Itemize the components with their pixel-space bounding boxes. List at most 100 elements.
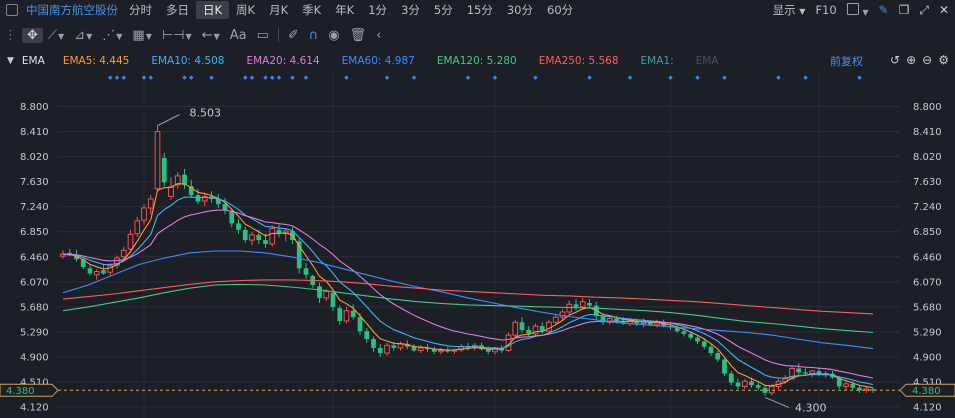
comment-tool-icon[interactable]: ▭ (252, 28, 274, 43)
period-quarterly-k[interactable]: 季K (295, 1, 328, 19)
period-monthly-k[interactable]: 月K (262, 1, 295, 19)
draw-pen-icon[interactable]: ✎ (879, 3, 889, 17)
candle-body (722, 359, 727, 374)
drag-handle-icon[interactable]: ⋮ (0, 28, 22, 43)
y-tick-right: 7.630 (913, 177, 942, 188)
candle-body (127, 233, 134, 250)
indicator-title[interactable]: EMA (22, 55, 45, 67)
measure-tool-icon[interactable]: ⊢⊣▼ (157, 28, 197, 43)
candle-body (749, 381, 754, 386)
ema120-value: EMA120: 5.280 (436, 55, 517, 67)
drawing-toolbar: ⋮ ✥ ⟋▼ ⊿▼ ⋰▼ ▦▼ ⊢⊣▼ ←▼ Aa ▭ ✐ ∩ ◉ 🗑 ‹ (0, 24, 955, 46)
period-daily-k[interactable]: 日K (196, 1, 230, 19)
add-indicator-icon[interactable]: ⊕ (906, 53, 916, 67)
period-fenshi[interactable]: 分时 (122, 1, 159, 19)
adjustment-mode-button[interactable]: 前复权 (830, 53, 863, 69)
settings-gear-icon[interactable]: ⚙ (938, 53, 949, 67)
candle-body (303, 268, 309, 275)
arrow-tool-icon[interactable]: ←▼ (197, 28, 225, 43)
period-yearly-k[interactable]: 年K (328, 1, 361, 19)
checkbox-dropdown[interactable]: ▼ (846, 2, 869, 18)
wave-tool-icon[interactable]: ⋰▼ (97, 28, 127, 43)
signal-marker (857, 75, 862, 80)
period-3min[interactable]: 3分 (394, 1, 427, 19)
period-weekly-k[interactable]: 周K (229, 1, 262, 19)
period-15min[interactable]: 15分 (460, 1, 500, 19)
channel-tool-icon[interactable]: ⊿▼ (69, 28, 97, 43)
ema-line-ema20 (62, 209, 874, 379)
f10-button[interactable]: F10 (815, 3, 836, 17)
signal-marker (668, 75, 673, 80)
line-tool-icon[interactable]: ⟋▼ (43, 28, 69, 43)
candle-body (256, 234, 262, 241)
candle-body (168, 186, 174, 197)
crosshair-move-icon[interactable]: ✥ (22, 27, 43, 43)
candle-body (715, 353, 721, 360)
candle-body (141, 207, 147, 221)
close-icon[interactable]: ✕ (939, 3, 949, 17)
signal-marker (269, 75, 275, 80)
signal-marker (533, 75, 538, 80)
fullscreen-icon[interactable]: ⤢ (919, 3, 929, 18)
signal-marker (263, 75, 268, 80)
y-tick-right: 5.680 (913, 302, 942, 313)
candle-body (701, 341, 707, 347)
period-30min[interactable]: 30分 (500, 1, 540, 19)
signal-marker (148, 75, 154, 80)
kline-chart[interactable]: 8.800 8.800 8.410 8.410 8.020 8.020 7.630 7.630… (0, 70, 955, 418)
candle-body (263, 240, 268, 244)
candle-body (242, 229, 248, 241)
candle-body (377, 347, 383, 354)
ema250-value: EMA250: 5.568 (538, 55, 619, 67)
eraser-icon[interactable]: ✐ (283, 28, 304, 43)
period-60min[interactable]: 60分 (540, 1, 580, 19)
ema1-value: EMA1: (640, 55, 674, 67)
ema-legend: ▼ EMA EMA5: 4.445 EMA10: 4.508 EMA20: 4.… (0, 53, 955, 69)
candle-body (573, 304, 579, 307)
collapse-caret-icon[interactable]: ▼ (7, 56, 14, 66)
signal-marker (492, 75, 498, 80)
signal-marker (242, 75, 248, 80)
candle-body (445, 350, 451, 352)
fibonacci-tool-icon[interactable]: ▦▼ (127, 28, 156, 43)
remove-indicator-icon[interactable]: ⊖ (922, 53, 932, 67)
reset-icon[interactable]: ↺ (890, 53, 900, 67)
signal-marker (182, 75, 187, 80)
y-tick-left: 6.850 (20, 227, 49, 238)
restore-window-icon[interactable]: ❐ (899, 3, 910, 17)
ema-line-ema10 (62, 196, 874, 386)
y-tick-left: 6.460 (20, 252, 49, 263)
signal-marker (587, 75, 592, 80)
y-tick-right: 7.240 (913, 202, 942, 213)
window-icon[interactable] (6, 4, 18, 16)
candle-body (161, 157, 167, 183)
stock-name[interactable]: 中国南方航空股份 (26, 2, 118, 18)
signal-marker (465, 75, 471, 80)
candle-body (101, 270, 106, 274)
more-icon[interactable]: ‹ (371, 28, 386, 43)
eye-icon[interactable]: ◉ (323, 28, 344, 43)
magnet-icon[interactable]: ∩ (304, 28, 324, 43)
y-tick-right: 6.460 (913, 252, 942, 263)
candle-body (519, 322, 525, 330)
y-tick-left: 4.120 (20, 403, 49, 414)
text-tool-icon[interactable]: Aa (225, 28, 252, 43)
trash-icon[interactable]: 🗑 (345, 28, 372, 43)
current-price-left: 4.380 (6, 386, 35, 397)
signal-marker (627, 75, 633, 80)
display-dropdown[interactable]: 显示 ▼ (773, 2, 806, 18)
period-1min[interactable]: 1分 (361, 1, 394, 19)
signal-marker (695, 75, 700, 80)
ema10-value: EMA10: 4.508 (151, 55, 225, 67)
signal-markers (107, 75, 862, 80)
low-pointer (764, 396, 790, 408)
candle-body (371, 338, 376, 348)
ema5-value: EMA5: 4.445 (62, 55, 130, 67)
period-5min[interactable]: 5分 (427, 1, 460, 19)
y-tick-right: 8.020 (913, 152, 942, 163)
candle-body (391, 345, 397, 348)
candle-body (438, 350, 444, 353)
signal-marker (776, 75, 781, 80)
signal-marker (121, 75, 127, 80)
period-multiday[interactable]: 多日 (159, 1, 196, 19)
